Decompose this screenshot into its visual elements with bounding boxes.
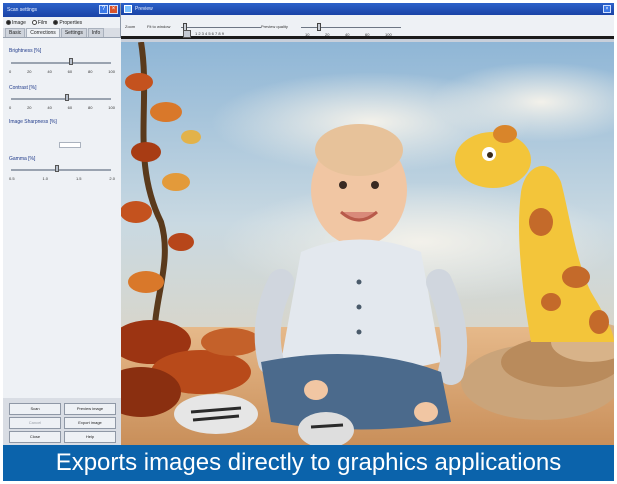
preview-quality-label: Preview quality xyxy=(261,24,288,29)
zoom-scale-ticks: 1 2 3 4 5 6 7 8 9 xyxy=(195,31,224,36)
contrast-track[interactable] xyxy=(11,98,111,100)
baby-photo-illustration xyxy=(121,42,614,445)
brightness-ticks: 0 20 40 60 80 100 xyxy=(9,69,115,74)
quality-slider-thumb[interactable] xyxy=(317,23,321,31)
zoom-label: Zoom xyxy=(125,24,136,29)
source-selector: Image Film Properties xyxy=(3,17,120,28)
promo-caption: Exports images directly to graphics appl… xyxy=(3,445,614,481)
sharpness-label: Image Sharpness [%] xyxy=(9,119,57,125)
cancel-button[interactable]: Cancel xyxy=(9,417,61,429)
quality-tick: 100 xyxy=(385,32,392,37)
preview-title: Preview xyxy=(135,6,153,12)
close-icon[interactable]: × xyxy=(603,5,611,13)
source-option-image[interactable]: Image xyxy=(6,20,26,26)
tab-corrections[interactable]: Corrections xyxy=(26,28,60,37)
source-option-properties[interactable]: Properties xyxy=(53,20,82,26)
preview-window: Preview × Zoom Fit to window 1 2 3 4 5 6… xyxy=(121,3,614,445)
quality-tick: 60 xyxy=(365,32,370,37)
brightness-slider-thumb[interactable] xyxy=(69,58,73,65)
gamma-track[interactable] xyxy=(11,169,111,171)
help-button[interactable]: Help xyxy=(64,431,116,443)
close-icon[interactable]: × xyxy=(109,5,118,14)
zoom-button[interactable] xyxy=(183,30,191,38)
window-title: Scan settings xyxy=(7,7,38,13)
gamma-label: Gamma [%] xyxy=(9,156,36,162)
contrast-slider-thumb[interactable] xyxy=(65,94,69,101)
scan-settings-titlebar: Scan settings ? × xyxy=(3,3,120,17)
settings-tabs: Basic Corrections Settings Info xyxy=(3,28,120,38)
help-icon[interactable]: ? xyxy=(99,5,108,14)
scan-button[interactable]: Scan xyxy=(9,403,61,415)
preview-titlebar: Preview × xyxy=(121,3,614,15)
action-buttons: Scan Preview image Cancel Export image C… xyxy=(3,398,121,445)
tab-info[interactable]: Info xyxy=(87,28,105,37)
fit-label: Fit to window xyxy=(147,24,171,29)
quality-tick: 10 xyxy=(305,32,310,37)
quality-tick: 20 xyxy=(325,32,330,37)
brightness-track[interactable] xyxy=(11,62,111,64)
preview-image[interactable] xyxy=(121,42,614,445)
gamma-ticks: 0.5 1.0 1.5 2.0 xyxy=(9,176,115,181)
export-image-button[interactable]: Export image xyxy=(64,417,116,429)
quality-tick: 40 xyxy=(345,32,350,37)
zoom-track[interactable] xyxy=(181,27,261,28)
gamma-slider-thumb[interactable] xyxy=(55,165,59,172)
app-icon xyxy=(124,5,132,13)
tab-basic[interactable]: Basic xyxy=(5,28,26,37)
quality-track[interactable] xyxy=(301,27,401,28)
contrast-label: Contrast [%] xyxy=(9,85,37,91)
preview-image-button[interactable]: Preview image xyxy=(64,403,116,415)
tab-settings[interactable]: Settings xyxy=(60,28,87,37)
contrast-ticks: 0 20 40 60 80 100 xyxy=(9,105,115,110)
preview-toolbar: Zoom Fit to window 1 2 3 4 5 6 7 8 9 Pre… xyxy=(121,15,614,39)
corrections-panel: Brightness [%] 0 20 40 60 80 100 Contrast [%]… xyxy=(3,38,121,398)
sharpness-field[interactable] xyxy=(59,142,81,148)
scan-settings-window: Scan settings ? × Image Film Properties … xyxy=(3,3,121,445)
source-option-film[interactable]: Film xyxy=(31,20,47,26)
close-button[interactable]: Close xyxy=(9,431,61,443)
brightness-label: Brightness [%] xyxy=(9,48,42,54)
